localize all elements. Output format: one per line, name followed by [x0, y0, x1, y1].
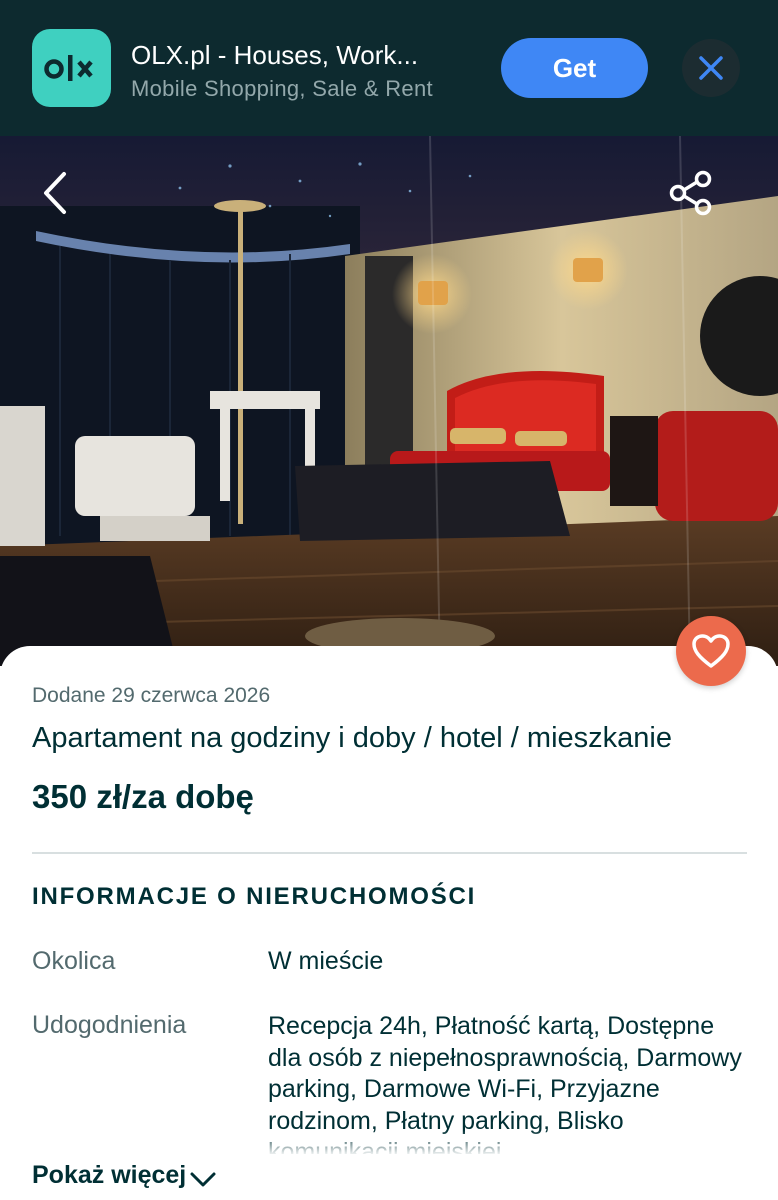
detail-label-area: Okolica [32, 947, 116, 975]
listing-price: 350 zł/za dobę [32, 778, 254, 815]
property-info-heading: INFORMACJE O NIERUCHOMOŚCI [32, 883, 477, 910]
listing-title: Apartament na godziny i doby / hotel / m… [32, 722, 672, 754]
olx-app-logo [32, 29, 111, 107]
favorite-button[interactable] [676, 616, 746, 686]
close-icon [699, 56, 723, 80]
apartment-room-image [0, 136, 778, 666]
section-divider [32, 852, 747, 854]
detail-value-area: W mieście [268, 947, 384, 975]
share-icon [669, 170, 712, 216]
olx-logo-mark [44, 55, 93, 81]
back-button[interactable] [32, 166, 80, 220]
close-banner-button[interactable] [682, 39, 740, 97]
share-button[interactable] [665, 166, 719, 220]
show-more-button[interactable]: Pokaż więcej [32, 1156, 218, 1194]
detail-label-amenities: Udogodnienia [32, 1011, 187, 1039]
chevron-down-icon [190, 1172, 216, 1187]
show-more-label: Pokaż więcej [32, 1160, 187, 1189]
heart-icon [692, 634, 730, 668]
app-subtitle: Mobile Shopping, Sale & Rent [131, 76, 433, 101]
posted-date: Dodane 29 czerwca 2026 [32, 684, 271, 707]
chevron-left-icon [44, 172, 66, 214]
listing-photo[interactable] [0, 136, 778, 666]
text-fade-overlay [268, 1130, 748, 1156]
app-install-banner: OLX.pl - Houses, Work... Mobile Shopping… [0, 0, 778, 136]
app-name: OLX.pl - Houses, Work... [131, 40, 419, 70]
get-app-button[interactable]: Get [501, 38, 648, 98]
